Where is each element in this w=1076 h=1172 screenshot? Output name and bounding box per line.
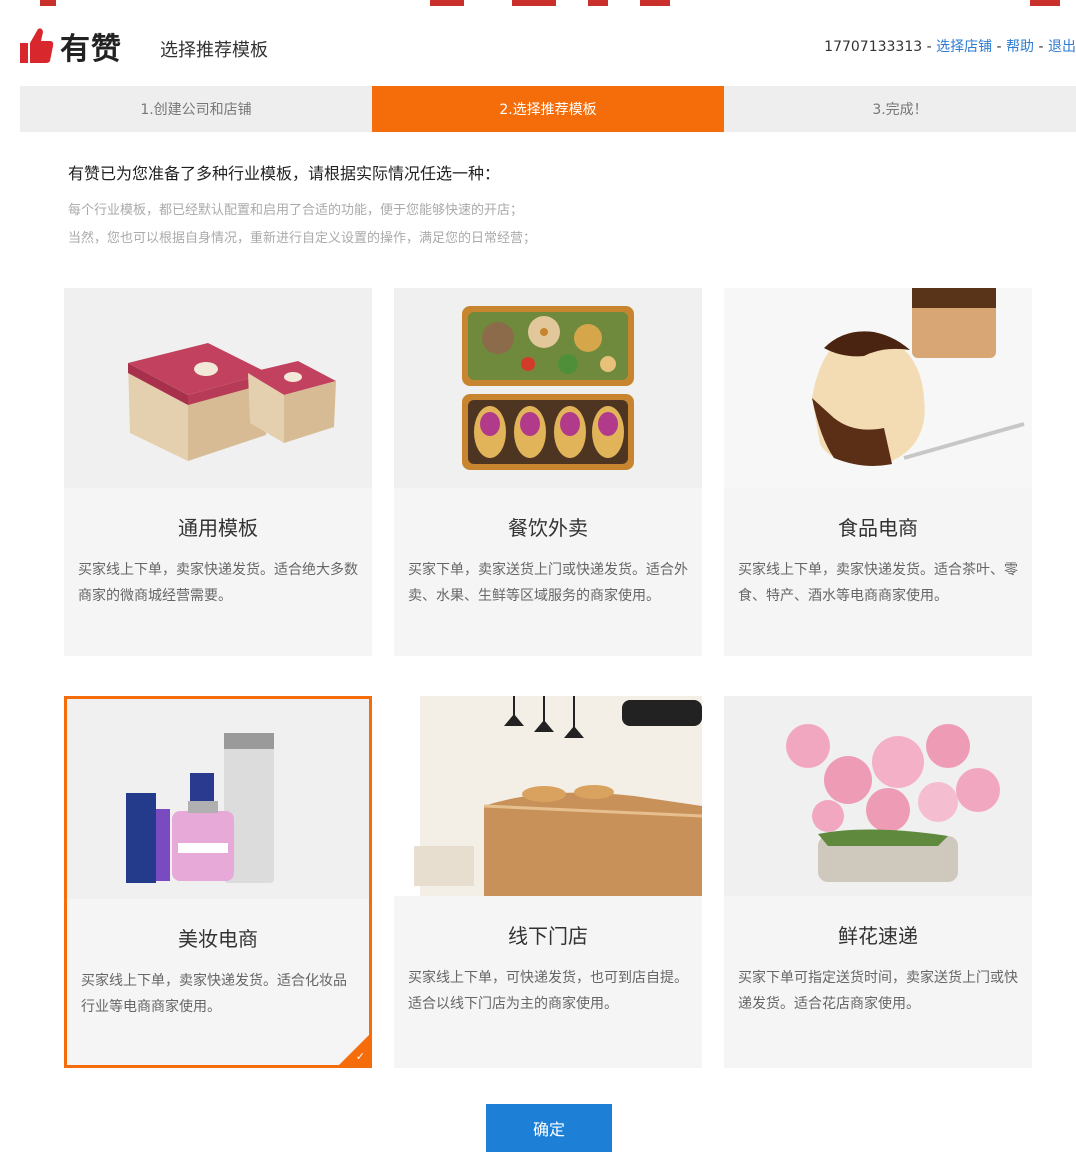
bento-food-image	[394, 288, 702, 488]
intro: 有赞已为您准备了多种行业模板，请根据实际情况任选一种： 每个行业模板，都已经默认…	[68, 160, 1048, 248]
template-card-catering[interactable]: 餐饮外卖 买家下单，卖家送货上门或快递发货。适合外卖、水果、生鲜等区域服务的商家…	[394, 288, 702, 656]
phone-number: 17707133313	[824, 39, 923, 55]
template-description: 买家线上下单，可快递发货，也可到店自提。适合以线下门店为主的商家使用。	[408, 970, 688, 1012]
store-interior-image	[394, 696, 702, 896]
thumbs-up-icon	[20, 28, 54, 63]
intro-heading: 有赞已为您准备了多种行业模板，请根据实际情况任选一种：	[68, 164, 501, 183]
template-title: 餐饮外卖	[508, 516, 588, 540]
chocolate-cake-image	[724, 288, 1032, 488]
confirm-button[interactable]: 确定	[486, 1104, 612, 1152]
separator: -	[992, 39, 1007, 55]
step-select-template: 2.选择推荐模板	[372, 86, 724, 132]
help-link[interactable]: 帮助	[1006, 39, 1034, 55]
select-store-link[interactable]: 选择店铺	[936, 39, 992, 55]
template-title: 鲜花速递	[838, 924, 918, 948]
template-card-food-ecommerce[interactable]: 食品电商 买家线上下单，卖家快递发货。适合茶叶、零食、特产、酒水等电商商家使用。	[724, 288, 1032, 656]
template-description: 买家线上下单，卖家快递发货。适合茶叶、零食、特产、酒水等电商商家使用。	[738, 562, 1018, 604]
template-description: 买家线上下单，卖家快递发货。适合化妆品行业等电商商家使用。	[81, 973, 347, 1015]
gift-box-image	[64, 288, 372, 488]
template-title: 通用模板	[178, 516, 258, 540]
template-card-flower-delivery[interactable]: 鲜花速递 买家下单可指定送货时间，卖家送货上门或快递发货。适合花店商家使用。	[724, 696, 1032, 1068]
template-description: 买家下单可指定送货时间，卖家送货上门或快递发货。适合花店商家使用。	[738, 970, 1018, 1012]
page-title: 选择推荐模板	[160, 40, 268, 61]
intro-line-1: 每个行业模板，都已经默认配置和启用了合适的功能，便于您能够快速的开店；	[68, 203, 524, 218]
step-complete: 3.完成！	[872, 102, 928, 118]
template-card-beauty[interactable]: 美妆电商 买家线上下单，卖家快递发货。适合化妆品行业等电商商家使用。 ✓	[64, 696, 372, 1068]
template-title: 线下门店	[508, 924, 588, 948]
logout-link[interactable]: 退出	[1048, 39, 1076, 55]
template-description: 买家下单，卖家送货上门或快递发货。适合外卖、水果、生鲜等区域服务的商家使用。	[408, 562, 688, 604]
step-progress: 1.创建公司和店铺 2.选择推荐模板 3.完成！	[20, 86, 1076, 132]
check-icon: ✓	[355, 1050, 365, 1063]
logo-text: 有赞	[60, 32, 122, 67]
intro-line-2: 当然，您也可以根据自身情况，重新进行自定义设置的操作，满足您的日常经营；	[68, 231, 537, 246]
logo[interactable]: 有赞	[20, 24, 122, 68]
header: 有赞 选择推荐模板 17707133313 - 选择店铺 - 帮助 - 退出	[0, 12, 1076, 74]
rose-bouquet-image	[724, 696, 1032, 896]
top-strip	[0, 0, 1076, 12]
account-links: 17707133313 - 选择店铺 - 帮助 - 退出	[824, 36, 1076, 56]
separator: -	[1034, 39, 1048, 55]
template-card-offline-store[interactable]: 线下门店 买家线上下单，可快递发货，也可到店自提。适合以线下门店为主的商家使用。	[394, 696, 702, 1068]
step-create-company: 1.创建公司和店铺	[140, 102, 252, 118]
template-title: 食品电商	[838, 516, 918, 540]
template-title: 美妆电商	[178, 927, 258, 951]
template-card-general[interactable]: 通用模板 买家线上下单，卖家快递发货。适合绝大多数商家的微商城经营需要。	[64, 288, 372, 656]
separator: -	[922, 39, 937, 55]
template-description: 买家线上下单，卖家快递发货。适合绝大多数商家的微商城经营需要。	[78, 562, 358, 604]
cosmetics-image	[67, 699, 369, 899]
